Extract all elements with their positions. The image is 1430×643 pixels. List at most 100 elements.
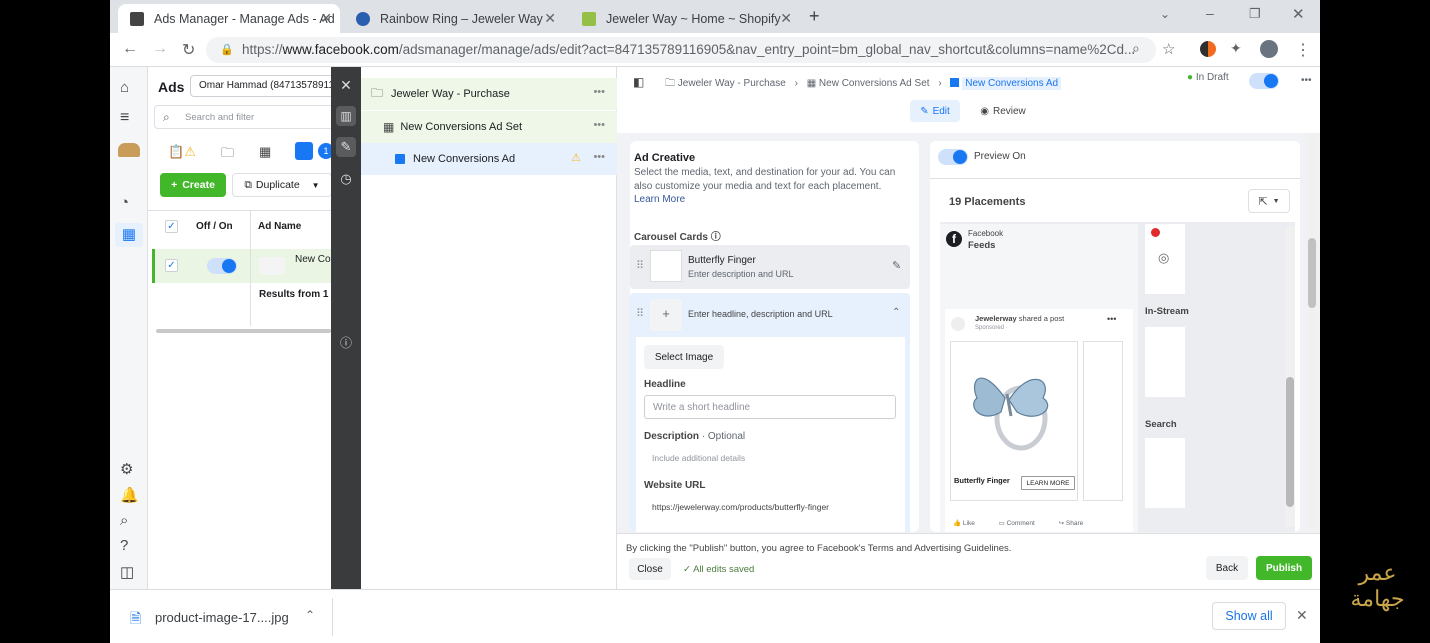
close-icon[interactable]: ✕ xyxy=(336,75,356,95)
edit-pencil-icon[interactable]: ✎ xyxy=(336,137,356,157)
website-url-label: Website URL xyxy=(644,480,706,491)
notifications-icon[interactable]: 🔔 xyxy=(120,486,139,504)
close-tab-icon[interactable]: ✕ xyxy=(780,10,792,27)
history-clock-icon[interactable]: ◷ xyxy=(336,169,356,189)
help-icon[interactable]: ? xyxy=(120,537,128,554)
puzzle-icon[interactable]: ✦ xyxy=(1230,40,1242,57)
select-image-button[interactable]: Select Image xyxy=(644,345,724,369)
more-icon[interactable]: ••• xyxy=(593,119,605,131)
learn-more-link[interactable]: Learn More xyxy=(634,194,685,205)
show-all-button[interactable]: Show all xyxy=(1212,602,1286,630)
adset-grid-icon: ▦ xyxy=(383,120,395,134)
table-row[interactable]: ✓ New Co xyxy=(152,249,331,283)
info-icon[interactable]: ⓘ xyxy=(336,333,356,353)
like-icon[interactable]: 👍 xyxy=(953,520,963,527)
tab-shopify[interactable]: Jeweler Way ~ Home ~ Shopify ✕ xyxy=(570,4,800,33)
more-icon[interactable]: ••• xyxy=(1301,75,1312,86)
zoom-search-icon[interactable]: ⌕ xyxy=(1132,40,1140,57)
menu-icon[interactable]: ≡ xyxy=(120,109,129,127)
duplicate-button[interactable]: ⧉ Duplicate ▼ xyxy=(232,173,331,197)
select-all-checkbox[interactable]: ✓ xyxy=(165,220,178,233)
home-icon[interactable]: ⌂ xyxy=(120,79,129,96)
placements-title: 19 Placements xyxy=(949,196,1026,208)
close-tab-icon[interactable]: ✕ xyxy=(320,10,332,27)
minimize-icon[interactable]: – xyxy=(1206,5,1214,21)
extension-icon[interactable] xyxy=(1200,41,1216,57)
sidebar-toggle-icon[interactable]: ◧ xyxy=(633,75,644,89)
horizontal-scrollbar[interactable] xyxy=(156,329,331,333)
tree-adset[interactable]: ▦ New Conversions Ad Set ••• xyxy=(361,111,617,143)
ads-manager-grid-icon[interactable]: ▦ xyxy=(115,223,143,247)
search-placement-preview[interactable] xyxy=(1145,438,1185,508)
forward-icon[interactable]: → xyxy=(152,40,168,58)
tree-campaign[interactable]: 🗀 Jeweler Way - Purchase ••• xyxy=(361,78,617,110)
folder-icon: 🗀 xyxy=(371,85,384,100)
ads-list-panel: Ads Omar Hammad (847135789116 ⌕ Search a… xyxy=(148,67,331,589)
open-preview-button[interactable]: ⇱ ▼ xyxy=(1248,189,1290,213)
info-icon[interactable]: ⓘ xyxy=(711,232,721,243)
more-icon[interactable]: ••• xyxy=(593,151,605,163)
reload-icon[interactable]: ↻ xyxy=(182,40,195,60)
new-tab-icon[interactable]: + xyxy=(809,6,820,27)
preview-scrollbar[interactable] xyxy=(1285,227,1295,527)
pencil-icon[interactable]: ✎ xyxy=(892,259,901,272)
clipboard-warning-icon[interactable]: 📋⚠ xyxy=(168,144,196,160)
adset-grid-icon[interactable]: ▦ xyxy=(259,144,271,160)
preview-toggle[interactable] xyxy=(938,149,968,165)
download-file-name[interactable]: product-image-17....jpg xyxy=(155,610,289,625)
review-tab[interactable]: ◉ Review xyxy=(973,100,1033,122)
close-tab-icon[interactable]: ✕ xyxy=(544,10,556,27)
headline-input[interactable]: Write a short headline xyxy=(644,395,896,419)
panel-toggle-icon[interactable]: ◫ xyxy=(120,563,134,581)
carousel-item[interactable]: Butterfly Finger LEARN MORE xyxy=(950,341,1078,501)
bookmark-star-icon[interactable]: ☆ xyxy=(1162,40,1175,58)
share-icon[interactable]: ↪ xyxy=(1059,520,1066,527)
row-checkbox[interactable]: ✓ xyxy=(165,259,178,272)
account-avatar[interactable] xyxy=(118,143,140,157)
tab-rainbow-ring[interactable]: Rainbow Ring – Jeweler Way ✕ xyxy=(344,4,564,33)
campaign-folder-icon[interactable]: 🗀 xyxy=(221,144,234,166)
close-download-bar-icon[interactable]: ✕ xyxy=(1296,607,1308,624)
more-icon[interactable]: ••• xyxy=(1107,314,1116,324)
more-icon[interactable]: ••• xyxy=(593,86,605,98)
tab-ads-manager[interactable]: Ads Manager - Manage Ads - Ad ✕ xyxy=(118,4,340,33)
tab-search-icon[interactable]: ⌄ xyxy=(1160,7,1170,21)
window-close-icon[interactable]: ✕ xyxy=(1292,5,1305,23)
restore-icon[interactable]: ❐ xyxy=(1249,6,1261,22)
chart-icon[interactable]: ▥ xyxy=(336,106,356,126)
back-button[interactable]: Back xyxy=(1206,556,1248,580)
add-media-icon[interactable]: + xyxy=(650,299,682,331)
close-button[interactable]: Close xyxy=(629,558,671,580)
description-input[interactable]: Include additional details xyxy=(644,447,896,469)
ad-square-icon[interactable] xyxy=(295,142,313,160)
website-url-input[interactable]: https://jewelerway.com/products/butterfl… xyxy=(644,495,896,519)
comment-icon[interactable]: ▭ xyxy=(999,520,1007,527)
carousel-card-1[interactable]: ⠿ Butterfly Finger Enter description and… xyxy=(630,245,910,289)
account-selector[interactable]: Omar Hammad (847135789116 xyxy=(190,75,331,97)
chrome-menu-icon[interactable]: ⋮ xyxy=(1295,40,1311,60)
search-placement-label: Search xyxy=(1145,419,1177,430)
carousel-item-next[interactable] xyxy=(1083,341,1123,501)
chevron-up-icon[interactable]: ⌃ xyxy=(892,307,900,318)
publish-button[interactable]: Publish xyxy=(1256,556,1312,580)
settings-icon[interactable]: ⚙ xyxy=(120,460,133,478)
profile-avatar[interactable] xyxy=(1260,40,1278,58)
edit-tab[interactable]: ✎ Edit xyxy=(910,100,960,122)
search-icon[interactable]: ⌕ xyxy=(120,512,128,529)
instagram-icon: ◎ xyxy=(1158,250,1170,265)
create-button[interactable]: + Create xyxy=(160,173,226,197)
drag-handle-icon[interactable]: ⠿ xyxy=(636,259,644,272)
search-filter-input[interactable]: ⌕ Search and filter xyxy=(154,105,331,129)
row-ad-name[interactable]: New Co xyxy=(295,254,331,265)
url-input[interactable]: 🔒 https://www.facebook.com/adsmanager/ma… xyxy=(206,37,1156,63)
draft-toggle[interactable] xyxy=(1249,73,1279,89)
instream-preview[interactable] xyxy=(1145,327,1185,397)
back-icon[interactable]: ← xyxy=(122,40,138,58)
learn-more-button[interactable]: LEARN MORE xyxy=(1021,476,1075,490)
drag-handle-icon[interactable]: ⠿ xyxy=(636,307,644,320)
chevron-up-icon[interactable]: ⌃ xyxy=(305,608,315,622)
tree-ad[interactable]: New Conversions Ad ⚠ ••• xyxy=(361,143,617,175)
row-toggle[interactable] xyxy=(207,258,237,274)
dashboard-icon[interactable]: ◔ xyxy=(120,194,129,211)
editor-scrollbar[interactable] xyxy=(1306,133,1318,533)
